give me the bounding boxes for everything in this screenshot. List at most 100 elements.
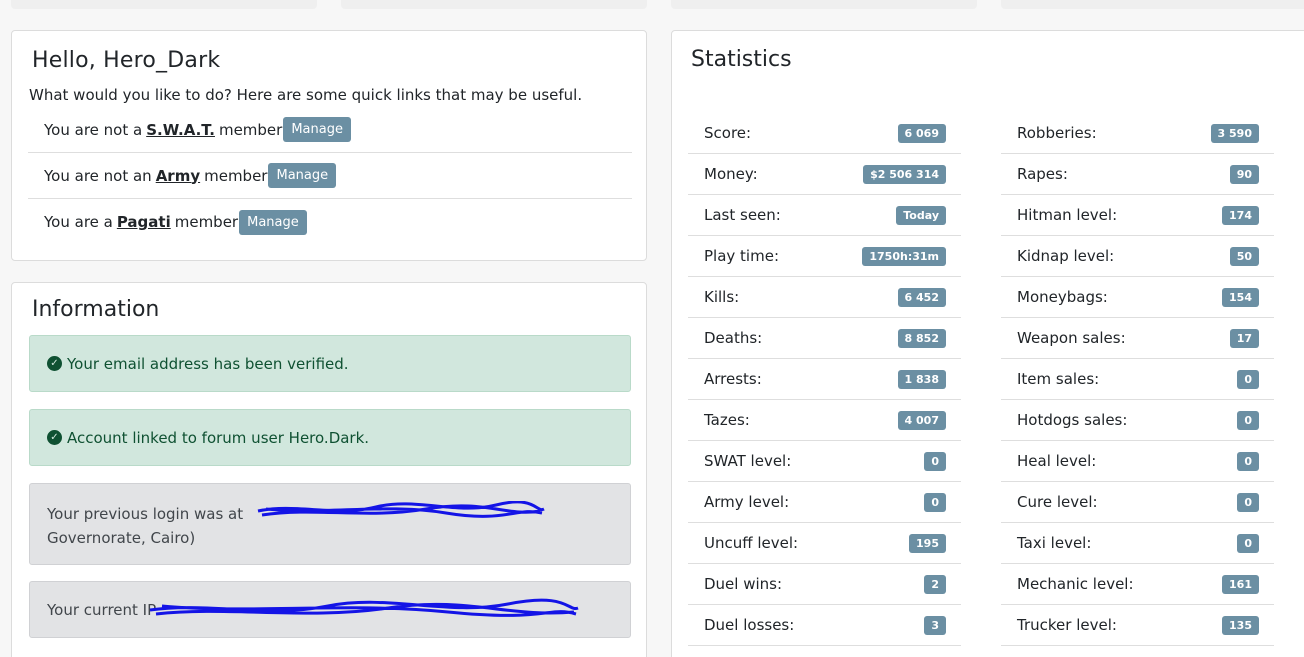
stat-row: Kills: 6 452 (688, 277, 961, 318)
manage-pagati-button[interactable]: Manage (239, 209, 307, 235)
membership-suffix: member (174, 213, 239, 231)
stat-row: Duel streak:1 (688, 646, 961, 657)
membership-row-army: You are not an Army member Manage (28, 153, 632, 199)
information-title: Information (32, 297, 160, 322)
stat-row: Item sales: 0 (1001, 359, 1274, 400)
forum-linked-alert: ✓ Account linked to forum user Hero.Dark… (29, 409, 631, 466)
stat-label: Rapes: (1017, 165, 1068, 183)
stat-value-badge: 0 (1237, 533, 1259, 553)
hello-title: Hello, Hero_Dark (32, 48, 221, 73)
manage-swat-button[interactable]: Manage (283, 117, 351, 142)
stat-row: Arrests: 1 838 (688, 359, 961, 400)
stat-label: Tazes: (704, 411, 750, 429)
stat-value-badge: 195 (909, 533, 946, 553)
previous-login-suffix: Governorate, Cairo) (47, 529, 196, 547)
stat-label: Item sales: (1017, 370, 1100, 388)
stat-value-badge: 161 (1222, 574, 1259, 594)
stat-value-badge: 0 (924, 451, 946, 471)
stat-value-badge: 2 (924, 574, 946, 594)
stat-label: Hitman level: (1017, 206, 1118, 224)
redaction-scribble (257, 501, 545, 518)
stat-label: Army level: (704, 493, 790, 511)
stat-row: Duel wins: 2 (688, 564, 961, 605)
membership-row-pagati: You are a Pagati member Manage (28, 199, 632, 245)
stat-value-badge: 174 (1222, 205, 1259, 225)
stat-value-badge: 0 (1237, 369, 1259, 389)
stat-label: Hotdogs sales: (1017, 411, 1128, 429)
stat-row: Rapes: 90 (1001, 154, 1274, 195)
stat-label: Trucker level: (1017, 616, 1117, 634)
org-link-pagati[interactable]: Pagati (117, 213, 171, 231)
stat-row: Duel losses: 3 (688, 605, 961, 646)
hello-intro: What would you like to do? Here are some… (29, 86, 583, 104)
manage-army-button[interactable]: Manage (268, 163, 337, 188)
membership-suffix: member (204, 166, 268, 185)
stat-label: Arrests: (704, 370, 762, 388)
stat-row: SWAT level: 0 (688, 441, 961, 482)
stat-label: Robberies: (1017, 124, 1097, 142)
stat-label: Mechanic level: (1017, 575, 1134, 593)
stat-row: Taxi level: 0 (1001, 523, 1274, 564)
stat-label: Money: (704, 165, 758, 183)
top-strip (1001, 0, 1304, 9)
email-verified-text: Your email address has been verified. (67, 354, 349, 373)
membership-prefix: You are not an (44, 166, 152, 185)
stat-row: Trucker level: 135 (1001, 605, 1274, 646)
statistics-title: Statistics (691, 47, 792, 72)
stat-row: Last seen: Today (688, 195, 961, 236)
top-strip (671, 0, 977, 9)
statistics-card: Statistics Score: 6 069 Money: $2 506 314 La… (671, 30, 1304, 657)
stat-label: Duel wins: (704, 575, 783, 593)
stat-row: Heal level: 0 (1001, 441, 1274, 482)
stat-label: Play time: (704, 247, 779, 265)
stat-row: Robberies: 3 590 (1001, 113, 1274, 154)
stat-label: Taxi level: (1017, 534, 1092, 552)
stat-row: Score: 6 069 (688, 113, 961, 154)
stat-label: Cure level: (1017, 493, 1098, 511)
stat-value-badge: 4 007 (897, 410, 946, 430)
top-strip (341, 0, 647, 9)
stat-value-badge: 1750h:31m (862, 246, 946, 266)
stat-row: Rob streak:55 (1001, 646, 1274, 657)
stat-value-badge: 90 (1229, 164, 1259, 184)
stat-label: Kills: (704, 288, 740, 306)
information-card: Information ✓ Your email address has bee… (11, 282, 647, 657)
org-link-swat[interactable]: S.W.A.T. (146, 121, 215, 139)
stat-row: Hotdogs sales: 0 (1001, 400, 1274, 441)
current-ip-prefix: Your current IP (47, 600, 157, 619)
stat-row: Army level: 0 (688, 482, 961, 523)
current-ip-alert: Your current IP (29, 581, 631, 638)
hello-card: Hello, Hero_Dark What would you like to … (11, 30, 647, 261)
stat-row: Weapon sales: 17 (1001, 318, 1274, 359)
stat-value-badge: 17 (1229, 328, 1259, 348)
stats-left-column: Score: 6 069 Money: $2 506 314 Last seen: Tod… (688, 113, 961, 657)
email-verified-alert: ✓ Your email address has been verified. (29, 335, 631, 392)
stat-value-badge: 1 838 (897, 369, 946, 389)
stat-label: Moneybags: (1017, 288, 1108, 306)
stat-value-badge: 50 (1229, 246, 1259, 266)
stat-label: Heal level: (1017, 452, 1097, 470)
stat-value-badge: 3 (924, 615, 946, 635)
membership-suffix: member (218, 120, 283, 139)
stat-row: Deaths: 8 852 (688, 318, 961, 359)
check-circle-icon: ✓ (47, 356, 62, 371)
top-strip (11, 0, 317, 9)
stat-label: Duel losses: (704, 616, 795, 634)
stat-label: Weapon sales: (1017, 329, 1126, 347)
stat-value-badge: 3 590 (1210, 123, 1259, 143)
stat-row: Play time: 1750h:31m (688, 236, 961, 277)
stat-value-badge: 154 (1222, 287, 1259, 307)
stat-value-badge: Today (896, 205, 946, 225)
stat-value-badge: 135 (1222, 615, 1259, 635)
stat-value-badge: $2 506 314 (863, 164, 946, 184)
stat-label: Kidnap level: (1017, 247, 1115, 265)
org-link-army[interactable]: Army (156, 167, 200, 185)
stat-label: Score: (704, 124, 752, 142)
stat-value-badge: 0 (924, 492, 946, 512)
stat-row: Hitman level: 174 (1001, 195, 1274, 236)
stat-value-badge: 0 (1237, 451, 1259, 471)
stat-row: Cure level: 0 (1001, 482, 1274, 523)
membership-prefix: You are a (44, 213, 113, 231)
stat-label: Last seen: (704, 206, 781, 224)
stat-row: Tazes: 4 007 (688, 400, 961, 441)
